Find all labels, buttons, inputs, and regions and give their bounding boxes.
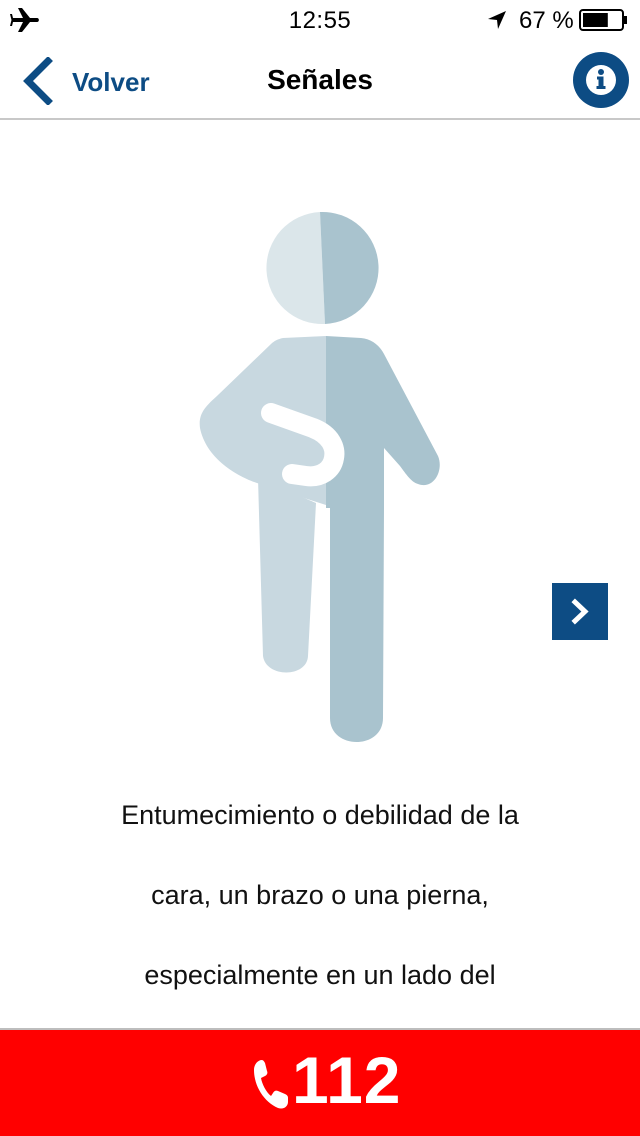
description-line: cara, un brazo o una pierna, [151,880,489,910]
emergency-number: 112 [292,1043,402,1117]
emergency-call-button[interactable]: 112 [0,1028,640,1136]
description-line: Entumecimiento o debilidad de la [121,800,519,830]
symptom-description: Entumecimiento o debilidad de la cara, u… [40,775,600,1015]
nav-bar: Volver Señales [0,40,640,120]
info-icon [586,65,616,95]
phone-icon [254,1060,288,1109]
person-numbness-icon [199,211,440,748]
status-bar: 12:55 67 % [0,0,640,40]
chevron-right-icon [571,598,589,625]
battery-percentage: 67 % [519,7,574,34]
info-button[interactable] [573,52,629,108]
page-title: Señales [267,64,373,95]
battery-icon [579,9,627,31]
description-line: especialmente en un lado del [144,960,496,990]
next-button[interactable] [552,583,608,640]
location-arrow-icon [488,11,506,29]
